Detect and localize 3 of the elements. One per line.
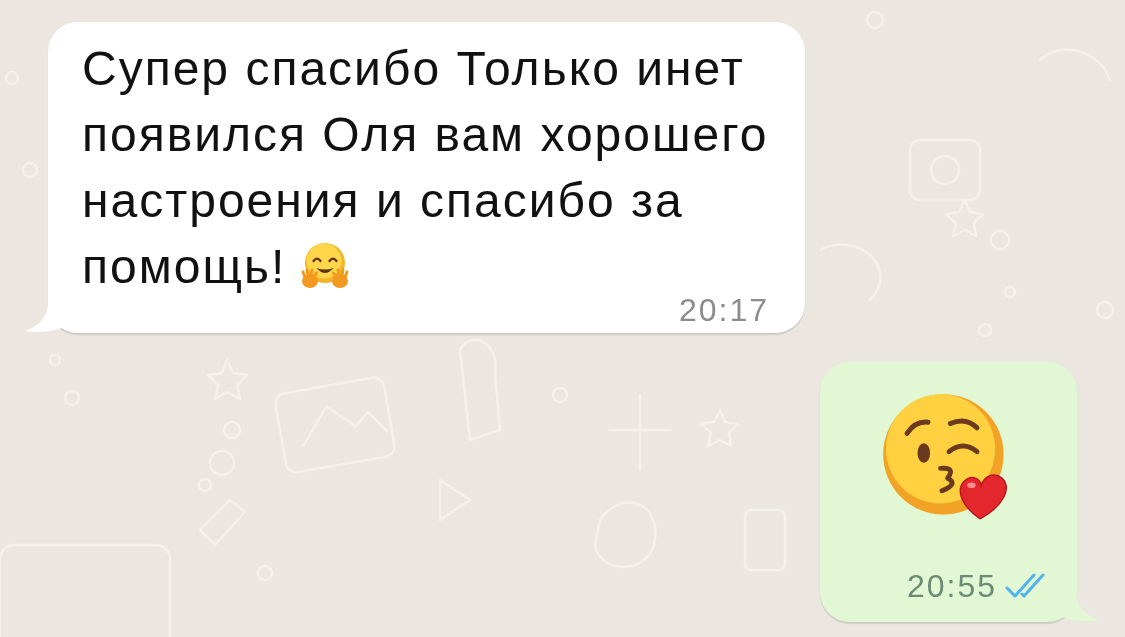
message-time: 20:55 bbox=[906, 567, 997, 606]
message-time: 20:17 bbox=[678, 295, 769, 325]
message-text: Супер спасибо Только инет появился Оля вам хорошего настроения и спасибо за помощь! bbox=[82, 42, 769, 293]
